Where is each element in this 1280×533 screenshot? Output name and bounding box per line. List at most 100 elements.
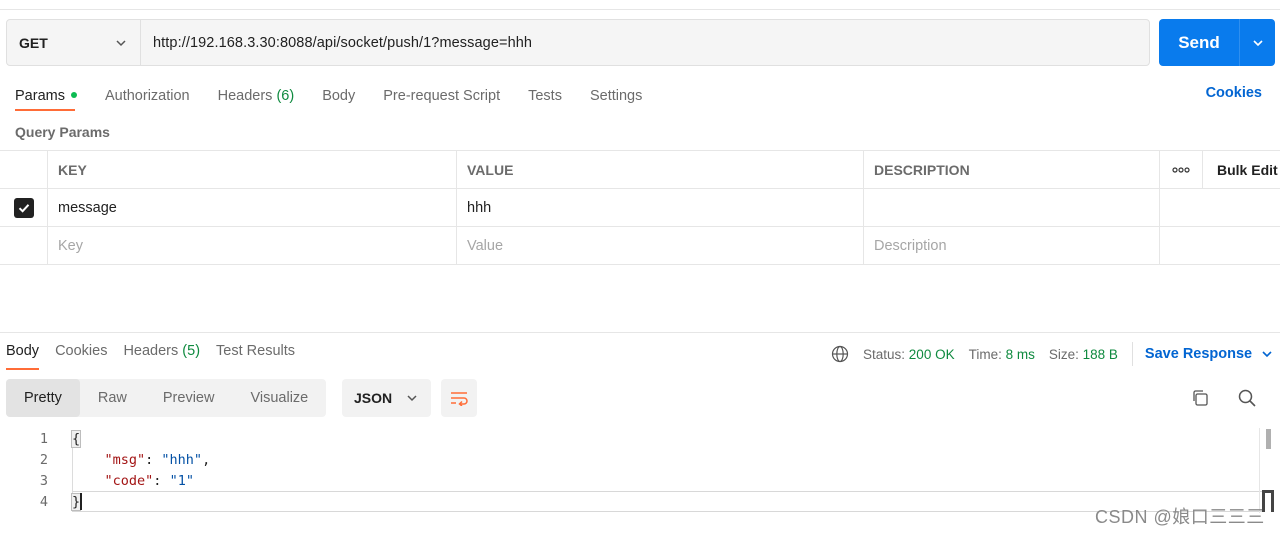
tab-count: (5) [182, 343, 201, 359]
param-description-cell[interactable] [864, 189, 1160, 226]
format-select[interactable]: JSON [342, 379, 431, 417]
tab-label: Params [15, 88, 65, 104]
chevron-down-icon [407, 395, 417, 402]
send-options-button[interactable] [1240, 19, 1275, 66]
header-value: VALUE [457, 151, 864, 188]
tab-response-cookies[interactable]: Cookies [55, 343, 107, 359]
request-tabs: Params Authorization Headers (6) Body Pr… [15, 84, 670, 108]
description-input[interactable]: Description [864, 227, 1160, 264]
editor-right-border [1259, 428, 1260, 513]
view-visualize-button[interactable]: Visualize [232, 379, 326, 417]
view-preview-button[interactable]: Preview [145, 379, 233, 417]
method-select[interactable]: GET [7, 20, 141, 65]
request-bar: GET http://192.168.3.30:8088/api/socket/… [6, 19, 1150, 66]
size-value: 188 B [1082, 346, 1118, 362]
tab-label: Headers [123, 343, 179, 359]
cookies-link[interactable]: Cookies [1206, 85, 1262, 101]
response-tabs: Body Cookies Headers (5) Test Results [6, 343, 311, 359]
table-row-new: Key Value Description [0, 227, 1280, 265]
tab-response-body[interactable]: Body [6, 343, 39, 359]
globe-icon[interactable] [831, 345, 849, 363]
tab-label: Settings [589, 88, 643, 104]
json-key: "code" [104, 472, 154, 489]
wrap-lines-button[interactable] [441, 379, 477, 417]
time-info[interactable]: Time: 8 ms [969, 347, 1035, 362]
tab-test-results[interactable]: Test Results [216, 343, 295, 359]
value-input[interactable]: Value [457, 227, 864, 264]
search-button[interactable] [1237, 388, 1257, 413]
bulk-edit-button[interactable]: Bulk Edit [1203, 151, 1280, 188]
tab-label: Authorization [104, 88, 190, 104]
time-label: Time: [968, 346, 1002, 362]
line-number: 2 [39, 451, 48, 468]
search-icon [1238, 389, 1256, 407]
param-value-cell[interactable]: hhh [457, 189, 864, 226]
line-number: 1 [39, 430, 48, 447]
tab-tests[interactable]: Tests [528, 88, 562, 104]
send-label: Send [1178, 32, 1220, 52]
tab-label: Headers [217, 88, 273, 104]
tab-settings[interactable]: Settings [590, 88, 642, 104]
tab-count: (6) [276, 88, 295, 104]
status-value: 200 OK [908, 346, 955, 362]
tab-label: Body [322, 88, 356, 104]
check-icon [18, 203, 29, 213]
time-value: 8 ms [1005, 346, 1035, 362]
tab-params[interactable]: Params [15, 88, 77, 104]
chevron-down-icon [116, 39, 126, 46]
tab-headers[interactable]: Headers (6) [218, 88, 295, 104]
query-params-table: KEY VALUE DESCRIPTION Bulk Edit message … [0, 150, 1280, 265]
key-input[interactable]: Key [48, 227, 457, 264]
response-divider [0, 332, 1280, 333]
row-checkbox[interactable] [13, 197, 34, 218]
tab-label: Cookies [55, 343, 108, 359]
tab-authorization[interactable]: Authorization [105, 88, 190, 104]
view-raw-button[interactable]: Raw [80, 379, 145, 417]
send-button[interactable]: Send [1159, 19, 1275, 66]
param-key-cell[interactable]: message [48, 189, 457, 226]
format-label: JSON [354, 390, 393, 406]
size-info[interactable]: Size: 188 B [1049, 347, 1118, 362]
json-brace-close: } [70, 492, 82, 511]
chevron-down-icon [1262, 351, 1272, 358]
tab-label: Body [6, 343, 40, 359]
response-body-viewer[interactable]: 1 { 2 "msg": "hhh", 3 "code": "1" 4 } [0, 428, 1262, 518]
status-separator [1131, 342, 1133, 366]
url-input[interactable]: http://192.168.3.30:8088/api/socket/push… [141, 35, 1149, 51]
header-description: DESCRIPTION [864, 151, 1160, 188]
json-value: "hhh" [161, 451, 203, 468]
row-spacer [1160, 227, 1280, 264]
more-horizontal-icon [1172, 166, 1190, 173]
json-brace-open: { [70, 429, 82, 448]
watermark: CSDN @娘口三三三 [1095, 507, 1265, 527]
tab-body[interactable]: Body [322, 88, 355, 104]
copy-button[interactable] [1190, 388, 1210, 413]
tab-label: Tests [528, 88, 562, 104]
json-value: "1" [169, 472, 194, 489]
json-key: "msg" [104, 451, 146, 468]
header-checkbox-cell [0, 151, 48, 188]
scrollbar-thumb[interactable] [1266, 429, 1271, 449]
line-number: 3 [39, 472, 48, 489]
save-response-label: Save Response [1144, 346, 1253, 362]
status-info[interactable]: Status: 200 OK [863, 347, 955, 362]
more-options-button[interactable] [1160, 151, 1203, 188]
tab-label: Test Results [216, 343, 296, 359]
code-text: "msg": "hhh", [104, 451, 211, 468]
query-params-title: Query Params [15, 124, 110, 140]
line-number: 4 [39, 493, 48, 510]
code-line: 3 "code": "1" [0, 470, 1262, 491]
code-text: } [70, 492, 83, 511]
wrap-lines-icon [451, 392, 468, 406]
code-line: 2 "msg": "hhh", [0, 449, 1262, 470]
tab-response-headers[interactable]: Headers (5) [123, 343, 200, 359]
active-tab-underline [15, 109, 75, 111]
tab-pre-request-script[interactable]: Pre-request Script [383, 88, 500, 104]
status-label: Status: [863, 346, 906, 362]
row-checkbox-cell [0, 189, 48, 226]
view-pretty-button[interactable]: Pretty [6, 379, 80, 417]
save-response-button[interactable]: Save Response [1145, 346, 1274, 362]
chevron-down-icon [1252, 39, 1263, 46]
row-checkbox-cell [0, 227, 48, 264]
tab-label: Pre-request Script [383, 88, 501, 104]
